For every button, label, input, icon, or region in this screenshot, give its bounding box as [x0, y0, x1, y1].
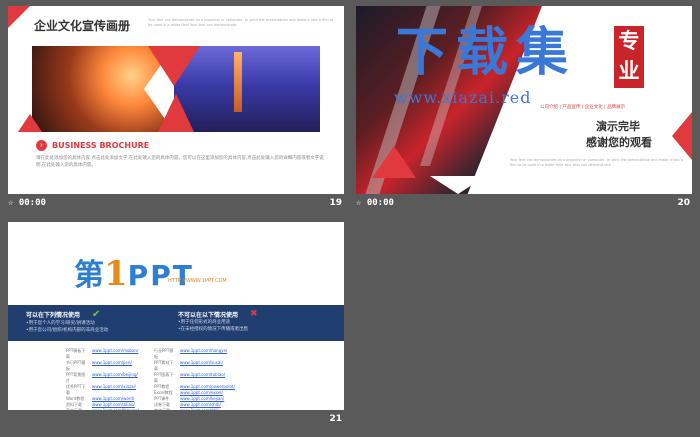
can-use-column: 可以在下列情况使用 ✔ •用于您个人的学习/研究/讲课活动 •用于您公司/组织/…	[26, 309, 108, 334]
red-triangle-bottom	[158, 94, 194, 132]
link-row: PPT素材下载 www.1ppt.com/sucai/	[154, 360, 235, 372]
can-use-title: 可以在下列情况使用 ✔	[26, 309, 108, 320]
slide-canvas: 企业文化宣传画册 Your text can demonstrate on a …	[8, 6, 344, 194]
link-row: PPT图表下载 www.1ppt.com/tubiao/	[154, 372, 235, 384]
brand-logo: 第 1 PPT	[74, 250, 194, 294]
watermark-url: www.xiazai.red	[394, 88, 532, 107]
link-label: PPT图表下载	[154, 372, 174, 383]
slide-footer: 21	[8, 408, 344, 430]
cannot-use-line: •用于任何形式的商业用途	[178, 320, 231, 325]
red-triangle-bottom-left	[372, 146, 416, 178]
can-use-title-text: 可以在下列情况使用	[26, 312, 81, 319]
link-url[interactable]: www.1ppt.com/sucai/	[180, 360, 223, 372]
timing-label: ☆ 00:00	[8, 198, 46, 208]
link-row: 行业PPT模板 www.1ppt.com/hangye/	[154, 348, 235, 360]
can-use-line: •用于您公司/组织/机构内部的非商业活动	[26, 328, 109, 333]
link-list-right: 行业PPT模板 www.1ppt.com/hangye/PPT素材下载 www.1p…	[154, 348, 235, 410]
logo-part: 第	[74, 258, 104, 293]
red-triangle-right	[672, 112, 692, 160]
timing-label: ☆ 00:00	[356, 198, 394, 208]
seal-badge: 专业	[614, 26, 644, 88]
red-corner-triangle	[8, 6, 30, 28]
link-label: 节日PPT模板	[66, 360, 86, 371]
slide-body-text: Your text can demonstrate on a projector…	[510, 158, 683, 167]
link-label: 优秀PPT下载	[66, 384, 86, 395]
slide-thumbnail-21[interactable]: 第 1 PPT HTTP://WWW.1PPT.COM 可以在下列情况使用 ✔ …	[8, 222, 344, 430]
cross-icon: ✖	[250, 309, 258, 319]
link-label: PPT素材下载	[154, 360, 174, 371]
link-label: PPT背景图片	[66, 372, 86, 383]
link-url[interactable]: www.1ppt.com/jieri/	[92, 360, 132, 372]
link-url[interactable]: www.1ppt.com/hangye/	[180, 348, 227, 360]
link-url[interactable]: www.1ppt.com/xiazai/	[92, 384, 136, 396]
slide-footer: ☆ 00:00 19	[8, 192, 344, 214]
logo-part: 1	[104, 254, 128, 294]
cannot-use-title: 不可以在以下情况使用 ✖	[178, 309, 258, 319]
category-nav: 公司介绍 | 产品宣传 | 企业文化 | 品牌展示	[540, 105, 626, 110]
slide-number: 20	[677, 198, 690, 208]
red-triangle-left	[18, 114, 42, 132]
slide-thumbnail-20[interactable]: 下载集 专业 www.xiazai.red 公司介绍 | 产品宣传 | 企业文化…	[356, 6, 692, 214]
cannot-use-title-text: 不可以在以下情况使用	[178, 311, 239, 319]
watermark-text: 下载集	[396, 22, 577, 83]
cannot-use-column: 不可以在以下情况使用 ✖ •用于任何形式的商业用途 •在未经授权的情况下传播或者…	[178, 309, 258, 333]
link-label: PPT模板下载	[66, 348, 86, 359]
cannot-use-line: •在未经授权的情况下传播或者出售	[178, 327, 249, 332]
slide-canvas: 第 1 PPT HTTP://WWW.1PPT.COM 可以在下列情况使用 ✔ …	[8, 222, 344, 410]
closing-heading-line2: 感谢您的观看	[586, 136, 652, 149]
check-icon: ✔	[92, 309, 101, 320]
link-label: 行业PPT模板	[154, 348, 174, 359]
tower-shape	[234, 52, 242, 112]
logo-part: PPT	[127, 259, 194, 292]
slide-canvas: 下载集 专业 www.xiazai.red 公司介绍 | 产品宣传 | 企业文化…	[356, 6, 692, 194]
slide-title: 企业文化宣传画册	[34, 19, 131, 33]
link-row: 优秀PPT下载 www.1ppt.com/xiazai/	[66, 384, 139, 396]
link-list-left: PPT模板下载 www.1ppt.com/moban/节日PPT模板 www.1pp…	[66, 348, 139, 410]
slide-thumbnail-19[interactable]: 企业文化宣传画册 Your text can demonstrate on a …	[8, 6, 344, 214]
slide-subtitle: Your text can demonstrate on a projector…	[148, 18, 334, 27]
slide-footer: ☆ 00:00 20	[356, 192, 692, 214]
link-url[interactable]: www.1ppt.com/moban/	[92, 348, 138, 360]
arrow-circle-icon: ›	[36, 140, 47, 151]
brochure-heading: › BUSINESS BROCHURE	[36, 140, 149, 151]
closing-heading-line1: 演示完毕	[596, 120, 640, 133]
slide-number: 21	[329, 414, 342, 424]
link-row: PPT模板下载 www.1ppt.com/moban/	[66, 348, 139, 360]
slide-number: 19	[329, 198, 342, 208]
link-row: 节日PPT模板 www.1ppt.com/jieri/	[66, 360, 139, 372]
red-triangle-top	[148, 46, 200, 86]
can-use-line: •用于您个人的学习/研究/讲课活动	[26, 321, 95, 326]
link-url[interactable]: www.1ppt.com/beijing/	[92, 372, 138, 384]
slide-body-text: 请在此处添加您的具体内容,点击此处添加文字,在此处输入您的具体内容。您可以在这里…	[36, 156, 324, 168]
logo-url: HTTP://WWW.1PPT.COM	[168, 278, 227, 284]
brochure-heading-text: BUSINESS BROCHURE	[52, 141, 150, 150]
usage-band: 可以在下列情况使用 ✔ •用于您个人的学习/研究/讲课活动 •用于您公司/组织/…	[8, 305, 344, 341]
link-url[interactable]: www.1ppt.com/tubiao/	[180, 372, 225, 384]
link-row: PPT背景图片 www.1ppt.com/beijing/	[66, 372, 139, 384]
